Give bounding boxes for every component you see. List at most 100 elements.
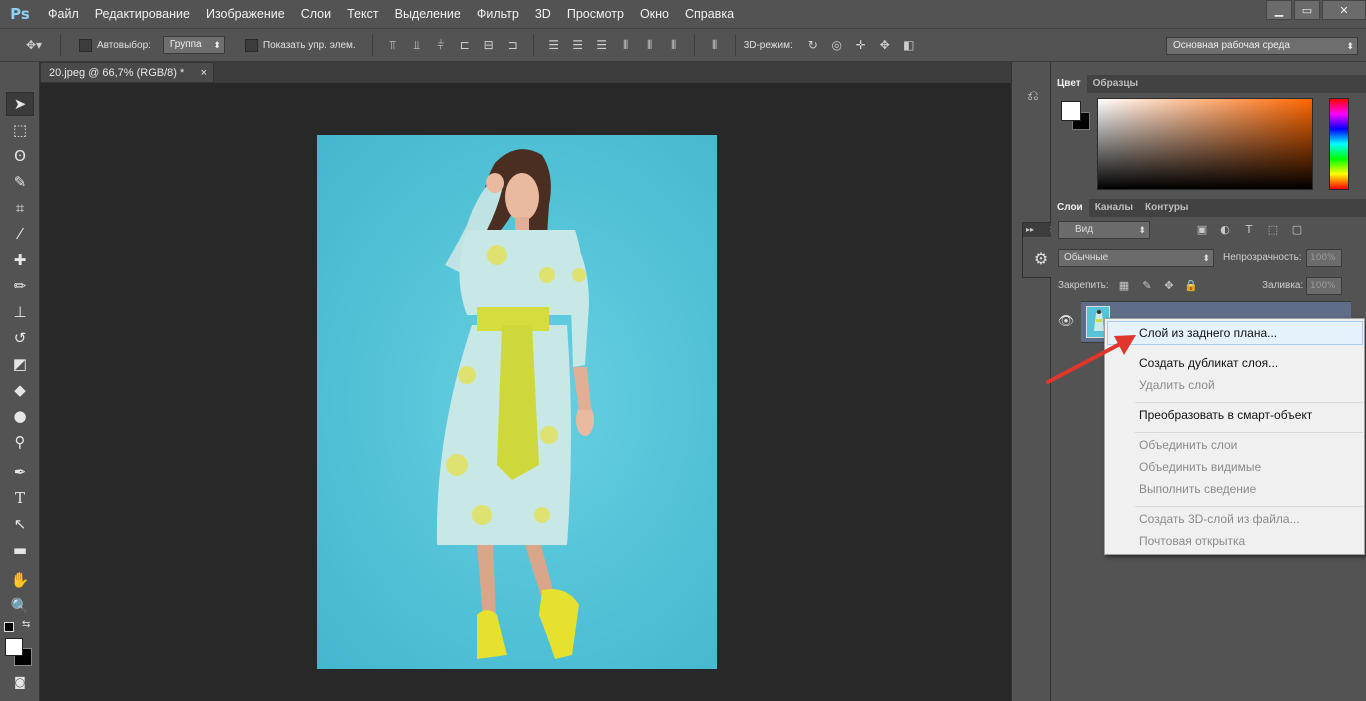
distribute-right-icon[interactable]: ⦀ [666,37,682,53]
menu-3d[interactable]: 3D [527,0,559,28]
lock-pixels-icon[interactable]: ✎ [1140,279,1154,292]
crop-tool-icon[interactable]: ⌗ [6,196,34,220]
move-tool-icon[interactable]: ➤ [6,92,34,116]
close-tab-icon[interactable]: × [201,63,207,83]
dodge-tool-icon[interactable]: ⚲ [6,430,34,454]
menu-file[interactable]: Файл [40,0,87,28]
document-tab-title: 20.jpeg @ 66,7% (RGB/8) * [49,67,185,79]
tab-strip [214,62,1011,83]
history-brush-tool-icon[interactable]: ↺ [6,326,34,350]
foreground-color-swatch[interactable] [5,638,23,656]
lasso-tool-icon[interactable]: ʘ [6,144,34,168]
align-top-icon[interactable]: ⫪ [385,37,401,53]
menu-filter[interactable]: Фильтр [469,0,527,28]
slide-3d-icon[interactable]: ✥ [877,37,893,53]
pen-tool-icon[interactable]: ✒ [6,460,34,484]
clone-stamp-tool-icon[interactable]: ⊥ [6,300,34,324]
menu-item-flatten-image[interactable]: Выполнить сведение [1139,482,1256,496]
menu-item-convert-smart-object[interactable]: Преобразовать в смарт-объект [1139,408,1312,422]
menu-item-merge-layers[interactable]: Объединить слои [1139,438,1237,452]
close-window-button[interactable]: ✕ [1322,0,1366,20]
color-panel-background-swatch[interactable] [1061,101,1081,121]
tab-swatches[interactable]: Образцы [1087,75,1144,93]
rotate-3d-icon[interactable]: ↻ [805,37,821,53]
type-tool-icon[interactable]: T [6,486,34,510]
autoselect-dropdown[interactable]: Группа [162,36,225,54]
fill-input[interactable]: 100% [1306,277,1342,295]
filter-type-icon[interactable]: T [1242,223,1256,236]
path-select-tool-icon[interactable]: ↖ [6,512,34,536]
menu-image[interactable]: Изображение [198,0,293,28]
document-tab[interactable]: 20.jpeg @ 66,7% (RGB/8) * × [40,62,214,83]
minimize-button[interactable]: ▁ [1266,0,1292,20]
menu-layers[interactable]: Слои [293,0,339,28]
hand-tool-icon[interactable]: ✋ [6,568,34,592]
eyedropper-tool-icon[interactable]: ⁄ [6,222,34,246]
auto-align-icon[interactable]: ⫴ [707,37,723,53]
blur-tool-icon[interactable]: ● [6,404,34,428]
menu-edit[interactable]: Редактирование [87,0,198,28]
distribute-top-icon[interactable]: ☰ [546,37,562,53]
distribute-bottom-icon[interactable]: ☰ [594,37,610,53]
document-image[interactable] [317,135,717,669]
move-tool-preset-icon[interactable]: ✥▾ [20,37,48,53]
menu-window[interactable]: Окно [632,0,677,28]
tab-layers[interactable]: Слои [1051,199,1089,217]
eraser-tool-icon[interactable]: ◩ [6,352,34,376]
menu-item-layer-from-background[interactable]: Слой из заднего плана... [1139,326,1277,340]
quick-select-tool-icon[interactable]: ✎ [6,170,34,194]
lock-transparency-icon[interactable]: ▦ [1117,279,1131,292]
drag-3d-icon[interactable]: ✛ [853,37,869,53]
show-transform-checkbox[interactable] [244,38,258,52]
filter-pixel-icon[interactable]: ▣ [1195,223,1209,236]
menu-item-merge-visible[interactable]: Объединить видимые [1139,460,1261,474]
marquee-tool-icon[interactable]: ⬚ [6,118,34,142]
tab-color[interactable]: Цвет [1051,75,1087,93]
tab-channels[interactable]: Каналы [1089,199,1139,217]
menu-item-postcard[interactable]: Почтовая открытка [1139,534,1245,548]
expand-icon[interactable]: ▸▸ [1026,223,1034,237]
menu-select[interactable]: Выделение [387,0,469,28]
tab-paths[interactable]: Контуры [1139,199,1194,217]
paint-bucket-tool-icon[interactable]: ◆ [6,378,34,402]
workspace-dropdown[interactable]: Основная рабочая среда [1166,37,1358,55]
quick-mask-icon[interactable]: ◙ [6,670,34,694]
filter-smart-object-icon[interactable]: ▢ [1290,223,1304,236]
align-vcenter-icon[interactable]: ⫫ [409,37,425,53]
hue-slider[interactable] [1329,98,1349,190]
distribute-left-icon[interactable]: ⦀ [618,37,634,53]
healing-brush-tool-icon[interactable]: ✚ [6,248,34,272]
align-hcenter-icon[interactable]: ⊟ [481,37,497,53]
distribute-hcenter-icon[interactable]: ⦀ [642,37,658,53]
brush-tool-icon[interactable]: ✏ [6,274,34,298]
align-right-icon[interactable]: ⊐ [505,37,521,53]
swap-colors-icon[interactable]: ⇆ [22,619,30,630]
filter-shape-icon[interactable]: ⬚ [1266,223,1280,236]
distribute-vcenter-icon[interactable]: ☰ [570,37,586,53]
align-left-icon[interactable]: ⊏ [457,37,473,53]
roll-3d-icon[interactable]: ◎ [829,37,845,53]
color-spectrum[interactable] [1097,98,1313,190]
menu-separator [1135,432,1363,433]
blend-mode-dropdown[interactable]: Обычные [1058,249,1214,267]
menu-type[interactable]: Текст [339,0,386,28]
autoselect-checkbox[interactable] [79,38,92,52]
layer-filter-dropdown[interactable]: Вид [1058,221,1150,239]
history-panel-icon[interactable]: ⎌ [1023,88,1043,108]
zoom-tool-icon[interactable]: 🔍 [6,594,34,618]
menu-item-new-3d-layer[interactable]: Создать 3D-слой из файла... [1139,512,1300,526]
camera-3d-icon[interactable]: ◧ [901,37,917,53]
filter-adjustment-icon[interactable]: ◐ [1218,223,1232,236]
lock-all-icon[interactable]: 🔒 [1184,279,1198,292]
rectangle-tool-icon[interactable]: ▬ [6,538,34,562]
align-bottom-icon[interactable]: ⫩ [433,37,449,53]
menu-help[interactable]: Справка [677,0,742,28]
default-colors-icon[interactable] [4,622,14,632]
model-photo-illustration [436,149,594,659]
menu-item-delete-layer[interactable]: Удалить слой [1139,378,1215,392]
restore-button[interactable]: ▭ [1294,0,1320,20]
lock-position-icon[interactable]: ✥ [1162,279,1176,292]
opacity-input[interactable]: 100% [1306,249,1342,267]
menu-item-duplicate-layer[interactable]: Создать дубликат слоя... [1139,356,1278,370]
menu-view[interactable]: Просмотр [559,0,632,28]
